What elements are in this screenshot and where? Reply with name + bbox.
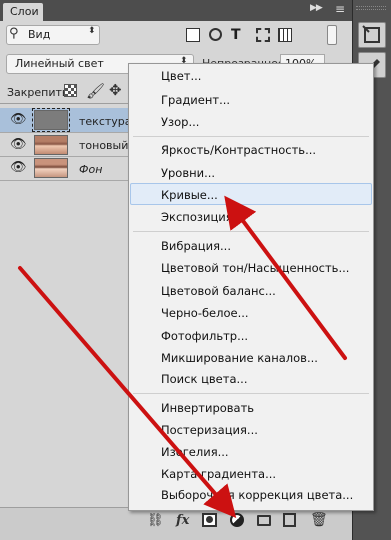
menu-item-gradient[interactable]: Градиент... — [161, 93, 230, 107]
menu-item-photo-filter[interactable]: Фотофильтр... — [161, 329, 248, 343]
search-icon: ⚲ — [9, 26, 19, 41]
eye-icon[interactable]: 👁 — [10, 112, 27, 127]
dock-button-1[interactable] — [358, 22, 386, 48]
menu-item-threshold[interactable]: Изогелия... — [161, 445, 229, 459]
filter-toggle-switch[interactable] — [327, 25, 337, 45]
menu-item-color-balance[interactable]: Цветовой баланс... — [161, 284, 276, 298]
double-chevron-right-icon[interactable]: ▶▶ — [310, 3, 323, 13]
lock-transparency-icon[interactable] — [64, 84, 77, 97]
layer-style-button[interactable]: fx — [176, 513, 189, 528]
pixel-layer-filter-icon[interactable] — [186, 28, 200, 42]
menu-item-channel-mixer[interactable]: Микширование каналов... — [161, 351, 318, 365]
filter-kind-label: Вид — [28, 28, 51, 41]
layer-name: текстура — [79, 115, 132, 128]
dropdown-arrows-icon: ⬍ — [88, 26, 96, 36]
menu-separator — [133, 136, 369, 137]
panel-titlebar — [0, 0, 352, 21]
menu-item-gradient-map[interactable]: Карта градиента... — [161, 467, 276, 481]
tab-layers[interactable]: Слои — [3, 3, 43, 21]
menu-item-hue-saturation[interactable]: Цветовой тон/Насыщенность... — [161, 261, 349, 275]
layer-thumbnail — [32, 108, 70, 132]
menu-item-selective-color[interactable]: Выборочная коррекция цвета... — [161, 488, 353, 502]
eye-icon[interactable]: 👁 — [10, 137, 27, 152]
trash-icon[interactable]: 🗑 — [310, 512, 328, 528]
adjustment-layer-icon[interactable] — [230, 513, 244, 527]
type-layer-filter-icon[interactable]: T — [231, 28, 241, 42]
menu-separator — [133, 231, 369, 232]
adjustment-layer-filter-icon[interactable] — [209, 28, 222, 41]
new-layer-icon[interactable] — [283, 513, 296, 527]
dock-grip-icon[interactable] — [356, 6, 386, 10]
layer-thumbnail — [34, 135, 68, 155]
new-group-icon[interactable] — [257, 515, 271, 526]
menu-item-levels[interactable]: Уровни... — [161, 166, 215, 180]
menu-item-solid-color[interactable]: Цвет... — [161, 69, 201, 83]
menu-item-vibrance[interactable]: Вибрация... — [161, 239, 231, 253]
layer-name: Фон — [79, 163, 103, 176]
link-layers-icon[interactable]: ⛓ — [147, 513, 164, 528]
smart-object-filter-icon[interactable] — [278, 28, 292, 42]
filter-kind-select[interactable] — [6, 25, 100, 45]
menu-item-pattern[interactable]: Узор... — [161, 115, 199, 129]
menu-item-black-white[interactable]: Черно-белое... — [161, 306, 249, 320]
menu-item-brightness-contrast[interactable]: Яркость/Контрастность... — [161, 143, 316, 157]
eye-icon[interactable]: 👁 — [10, 160, 27, 175]
menu-item-exposure[interactable]: Экспозиция... — [161, 210, 244, 224]
menu-separator — [133, 393, 369, 394]
menu-item-invert[interactable]: Инвертировать — [161, 401, 254, 415]
tool-icon — [362, 25, 380, 43]
mask-dot — [206, 516, 213, 523]
lock-position-icon[interactable]: ✥ — [109, 81, 122, 99]
layer-thumbnail — [34, 158, 68, 178]
menu-item-color-lookup[interactable]: Поиск цвета... — [161, 372, 247, 386]
panel-menu-icon[interactable]: ≡ — [335, 2, 345, 16]
lock-brush-icon[interactable]: 🖌 — [86, 82, 105, 100]
menu-item-curves[interactable]: Кривые... — [161, 188, 218, 202]
lock-label: Закрепить: — [7, 86, 73, 99]
menu-item-posterize[interactable]: Постеризация... — [161, 423, 258, 437]
shape-layer-filter-icon[interactable] — [256, 28, 270, 42]
